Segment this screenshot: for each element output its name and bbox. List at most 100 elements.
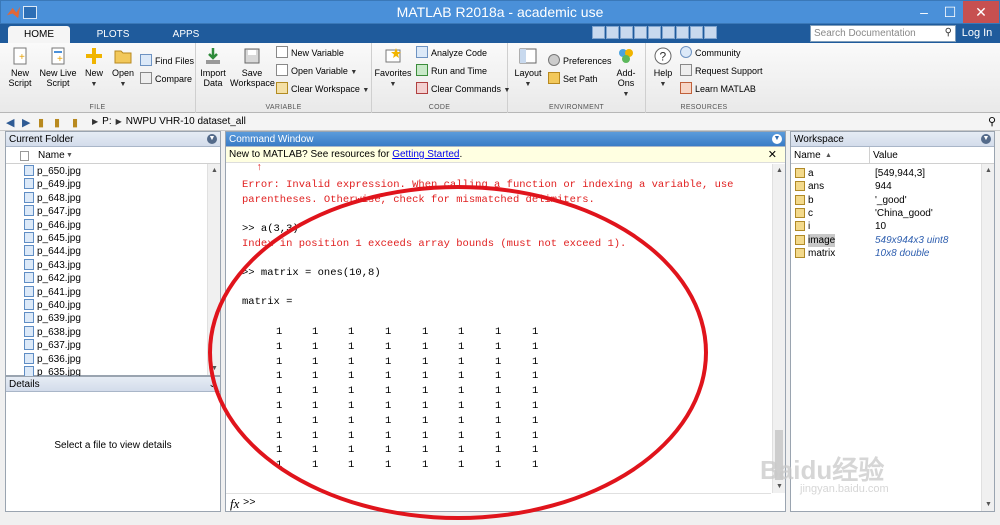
customize-icon[interactable] — [704, 26, 717, 39]
getting-started-link[interactable]: Getting Started — [392, 149, 459, 160]
new-script-button[interactable]: + New Script — [4, 46, 36, 88]
compare-button[interactable]: Compare — [140, 72, 192, 87]
forward-icon[interactable]: ▶ — [22, 116, 30, 129]
file-list-item[interactable]: p_636.jpg — [24, 352, 81, 366]
cut-icon[interactable] — [606, 26, 619, 39]
search-documentation-input[interactable]: Search Documentation ⚲ — [810, 25, 956, 42]
workspace-col-name[interactable]: Name — [794, 147, 821, 164]
help-icon[interactable] — [690, 26, 703, 39]
workspace-variable-row[interactable]: b '_good' — [791, 194, 994, 207]
minimize-icon[interactable]: – — [911, 1, 937, 23]
add-ons-button[interactable]: Add-Ons ▼ — [610, 46, 642, 100]
workspace-variable-row[interactable]: i 10 — [791, 220, 994, 233]
variable-value: 10 — [875, 221, 887, 233]
request-support-button[interactable]: Request Support — [680, 64, 763, 79]
command-scrollbar[interactable]: ▲ ▼ — [772, 164, 785, 493]
preferences-button[interactable]: Preferences — [548, 54, 612, 69]
matrix-cell: 1 — [422, 355, 429, 368]
file-list-item[interactable]: p_640.jpg — [24, 299, 81, 312]
undo-icon[interactable] — [648, 26, 661, 39]
command-output[interactable]: ↑ Error: Invalid expression. When callin… — [226, 164, 772, 493]
switch-windows-icon[interactable] — [676, 26, 689, 39]
up-folder-icon[interactable]: ▮ — [38, 116, 44, 129]
matrix-row: 1 1 1 1 1 1 1 1 — [226, 430, 586, 445]
tab-home[interactable]: HOME — [8, 26, 70, 43]
panel-menu-icon[interactable]: ▼ — [981, 134, 991, 144]
workspace-variable-row[interactable]: c 'China_good' — [791, 207, 994, 220]
new-button[interactable]: New ▼ — [82, 46, 106, 90]
matrix-cell: 1 — [312, 459, 319, 472]
search-icon[interactable]: ⚲ — [945, 27, 952, 38]
browse-folder-icon[interactable]: ▮ — [54, 116, 60, 129]
file-list-scrollbar[interactable]: ▲ ▼ — [207, 164, 220, 375]
workspace-scrollbar[interactable]: ▲ ▼ — [981, 164, 994, 511]
back-icon[interactable]: ◀ — [6, 116, 14, 129]
scroll-down-icon[interactable]: ▼ — [982, 498, 995, 511]
scroll-down-icon[interactable]: ▼ — [208, 362, 221, 375]
save-workspace-button[interactable]: Save Workspace — [230, 46, 275, 88]
open-variable-button[interactable]: Open Variable ▼ — [276, 64, 357, 79]
file-list-item[interactable]: p_647.jpg — [24, 205, 81, 218]
file-list-item[interactable]: p_645.jpg — [24, 232, 81, 245]
breadcrumb-folder[interactable]: NWPU VHR-10 dataset_all — [126, 116, 246, 127]
help-button[interactable]: ? Help ▼ — [650, 46, 676, 90]
set-path-button[interactable]: Set Path — [548, 72, 598, 87]
open-button[interactable]: Open ▼ — [110, 46, 136, 90]
command-input-line[interactable]: fx >> — [226, 493, 771, 511]
tab-plots[interactable]: PLOTS — [80, 26, 146, 43]
file-list-item[interactable]: p_644.jpg — [24, 245, 81, 258]
paste-icon[interactable] — [634, 26, 647, 39]
search-folder-icon[interactable]: ⚲ — [988, 115, 996, 128]
community-button[interactable]: Community — [680, 46, 741, 61]
workspace-variable-row[interactable]: matrix 10x8 double — [791, 247, 994, 260]
file-list-item[interactable]: p_650.jpg — [24, 165, 81, 178]
find-files-button[interactable]: Find Files — [140, 54, 194, 69]
run-and-time-icon — [416, 64, 428, 76]
save-icon[interactable] — [592, 26, 605, 39]
new-live-script-button[interactable]: + New Live Script — [38, 46, 78, 88]
file-list-item[interactable]: p_638.jpg — [24, 325, 81, 339]
redo-icon[interactable] — [662, 26, 675, 39]
tab-apps[interactable]: APPS — [156, 26, 216, 43]
workspace-col-value[interactable]: Value — [873, 147, 898, 164]
file-list-item[interactable]: p_642.jpg — [24, 272, 81, 285]
import-data-button[interactable]: Import Data — [198, 46, 228, 88]
favorites-button[interactable]: Favorites ▼ — [374, 46, 412, 90]
file-list-item[interactable]: p_649.jpg — [24, 178, 81, 191]
breadcrumb[interactable]: ▶ P: ▶ NWPU VHR-10 dataset_all — [88, 116, 246, 127]
close-icon[interactable]: ✕ — [963, 1, 999, 23]
workspace-variable-row[interactable]: image 549x944x3 uint8 — [791, 233, 994, 247]
panel-menu-icon[interactable]: ▼ — [207, 134, 217, 144]
scroll-up-icon[interactable]: ▲ — [982, 164, 995, 177]
copy-icon[interactable] — [620, 26, 633, 39]
analyze-code-button[interactable]: Analyze Code — [416, 46, 487, 61]
file-list-item[interactable]: p_648.jpg — [24, 191, 81, 205]
file-list-item[interactable]: p_641.jpg — [24, 285, 81, 299]
new-script-icon: + — [13, 47, 27, 65]
panel-menu-icon[interactable]: ▼ — [772, 134, 782, 144]
variable-icon — [795, 168, 805, 178]
run-and-time-button[interactable]: Run and Time — [416, 64, 487, 79]
file-list-item[interactable]: p_639.jpg — [24, 312, 81, 325]
collapse-icon[interactable]: ⌄ — [208, 377, 216, 392]
scroll-up-icon[interactable]: ▲ — [208, 164, 221, 177]
close-banner-icon[interactable]: ✕ — [768, 147, 777, 163]
column-header-name[interactable]: Name ▼ — [6, 147, 220, 164]
function-browser-icon[interactable]: fx — [230, 496, 239, 512]
file-list-item[interactable]: p_637.jpg — [24, 339, 81, 352]
clear-commands-button[interactable]: Clear Commands ▼ — [416, 82, 510, 97]
learn-matlab-button[interactable]: Learn MATLAB — [680, 82, 756, 97]
file-list-item[interactable]: p_643.jpg — [24, 258, 81, 272]
login-button[interactable]: Log In — [958, 25, 996, 42]
variable-name: b — [808, 194, 814, 206]
getting-started-banner: New to MATLAB? See resources for Getting… — [226, 147, 785, 163]
layout-button[interactable]: Layout ▼ — [512, 46, 544, 90]
new-variable-button[interactable]: New Variable — [276, 46, 344, 61]
workspace-variable-row[interactable]: ans 944 — [791, 180, 994, 193]
breadcrumb-drive[interactable]: P: — [102, 116, 111, 127]
scroll-up-icon[interactable]: ▲ — [773, 164, 786, 177]
file-list-item[interactable]: p_646.jpg — [24, 218, 81, 232]
clear-workspace-button[interactable]: Clear Workspace ▼ — [276, 82, 369, 97]
maximize-icon[interactable]: ☐ — [937, 1, 963, 23]
workspace-variable-row[interactable]: a [549,944,3] — [791, 167, 994, 180]
